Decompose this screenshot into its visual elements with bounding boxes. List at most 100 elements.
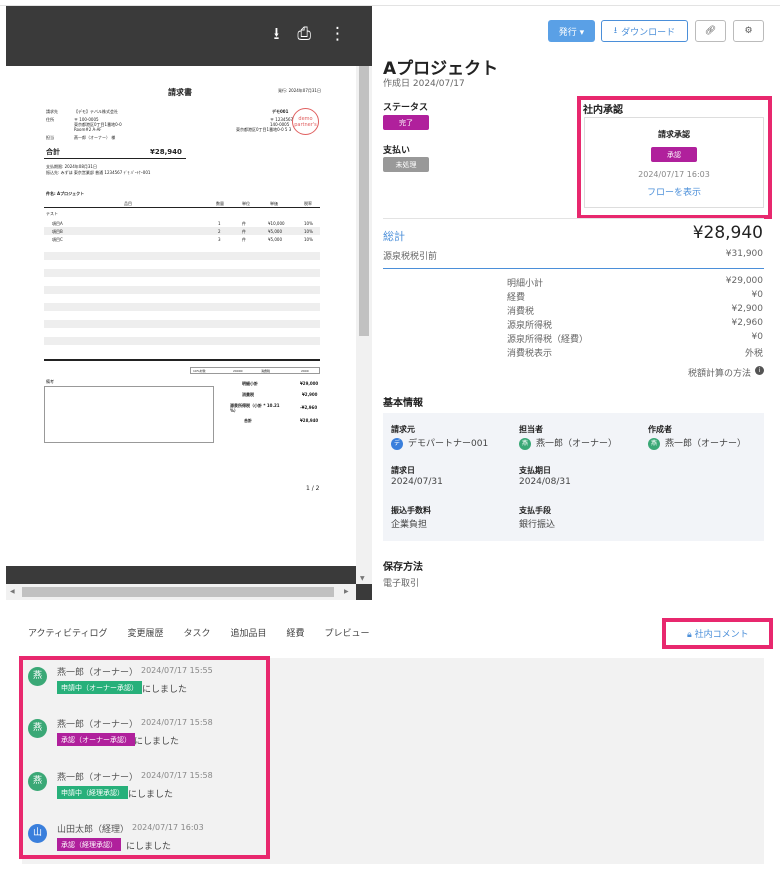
status-label: ステータス — [383, 103, 429, 113]
invoice-row: 項目C 3 件 ¥5,000 10% — [44, 235, 320, 243]
activity-user: 燕一郎（オーナー） — [57, 668, 139, 678]
vertical-scrollbar[interactable]: ▼ — [356, 66, 372, 584]
row-cell: 10% — [304, 237, 313, 242]
pre-withholding-label: 源泉税税引前 — [383, 252, 438, 262]
total-underline — [44, 158, 186, 159]
payment-badge[interactable]: 未処理 — [383, 157, 429, 172]
row-cell: ¥10,000 — [268, 221, 285, 226]
activity-user: 山田太郎（経理） — [57, 825, 130, 835]
row-cell: 10% — [304, 229, 313, 234]
download-icon[interactable]: ⭳ — [273, 26, 279, 43]
totals-label[interactable]: 総計 — [383, 228, 405, 244]
scroll-right-arrow-icon[interactable]: ▶ — [344, 588, 349, 595]
breakdown-value: ¥2,960 — [731, 318, 764, 328]
invoice-issue-date: 発行: 2024年07月31日 — [278, 88, 321, 93]
link-button[interactable]: 🔗︎ — [695, 20, 726, 42]
due-date-label: 支払期日 — [519, 466, 551, 475]
row-cell: 10% — [304, 221, 313, 226]
summary-label: 源泉所得税（小計 * 10.21 %） — [230, 403, 280, 413]
more-vert-icon[interactable]: ⋮ — [329, 26, 346, 43]
col-header: 単位 — [242, 201, 250, 206]
tab-expenses[interactable]: 経費 — [287, 626, 305, 639]
memo-box — [44, 386, 214, 443]
pre-withholding-value: ¥31,900 — [725, 249, 763, 259]
breakdown-value: ¥0 — [751, 290, 763, 300]
empty-row — [44, 286, 320, 294]
avatar: 燕 — [519, 437, 531, 450]
vertical-scroll-thumb[interactable] — [359, 66, 369, 336]
tab-internal-comment[interactable]: 🔒︎ 社内コメント — [687, 627, 749, 640]
breakdown-label: 源泉所得税（経費） — [507, 335, 589, 345]
approval-card-title: 請求承認 — [658, 130, 690, 139]
assignee-value: 燕燕一郎（オーナー） — [519, 436, 617, 450]
col-header: 税率 — [304, 201, 312, 206]
invoice-row: 項目B 2 件 ¥5,000 10% — [44, 227, 320, 235]
approval-card: 請求承認 承認 2024/07/17 16:03 フローを表示 — [584, 117, 764, 208]
basic-info-heading: 基本情報 — [383, 398, 423, 409]
assignee-text: 燕一郎（オーナー） — [536, 439, 618, 449]
invoice-subject: 件名: Aプロジェクト — [46, 191, 85, 196]
horizontal-scroll-thumb[interactable] — [22, 587, 334, 597]
settings-button[interactable]: ⚙ — [733, 20, 764, 42]
fee-value: 企業負担 — [391, 520, 428, 530]
activity-text: にしました — [128, 790, 174, 800]
invoice-date-label: 請求日 — [391, 466, 415, 475]
invoice-date-value: 2024/07/31 — [391, 477, 443, 487]
tax-method-link[interactable]: 税額計算の方法 — [688, 366, 751, 379]
print-icon[interactable]: ⎙ — [297, 26, 311, 43]
approval-flow-link[interactable]: フローを表示 — [585, 185, 763, 198]
issue-button[interactable]: 発行 ▾ — [548, 20, 595, 42]
basic-info-panel: 請求元 デデモパートナー001 担当者 燕燕一郎（オーナー） 作成者 燕燕一郎（… — [383, 413, 764, 541]
approval-badge: 承認 — [651, 147, 697, 162]
tax-summary-cell: 29000 — [233, 369, 243, 373]
scroll-down-arrow-icon[interactable]: ▼ — [360, 575, 365, 582]
tab-tasks[interactable]: タスク — [184, 626, 211, 639]
activity-text: にしました — [126, 842, 172, 852]
horizontal-scrollbar[interactable]: ◀ ▶ — [6, 584, 356, 600]
summary-value: ¥28,940 — [300, 418, 319, 423]
scroll-left-arrow-icon[interactable]: ◀ — [10, 588, 15, 595]
assignee-label: 担当者 — [519, 425, 543, 434]
divider — [383, 218, 764, 219]
avatar: 燕 — [28, 772, 47, 791]
row-cell: 3 — [218, 237, 221, 242]
link-icon: 🔗︎ — [704, 26, 717, 36]
invoice-address-line: Room#2 A-AF — [74, 127, 102, 132]
avatar: 燕 — [28, 667, 47, 686]
row-cell: 項目B — [52, 229, 63, 234]
tab-preview[interactable]: プレビュー — [325, 626, 370, 639]
tab-change-history[interactable]: 変更履歴 — [127, 626, 163, 639]
approval-timestamp: 2024/07/17 16:03 — [638, 170, 710, 179]
invoice-page: 請求書 発行: 2024年07月31日 請求先 【デモ】テバル株式会社 住所 〒… — [6, 66, 356, 566]
divider — [383, 268, 764, 269]
breakdown-label: 明細小計 — [507, 279, 544, 289]
row-cell: 件 — [242, 221, 246, 226]
empty-row — [44, 303, 320, 311]
approval-heading: 社内承認 — [583, 105, 623, 116]
tab-activity-log[interactable]: アクティビティログ — [28, 626, 107, 639]
invoice-person-name: 燕一郎（オーナー） 様 — [74, 135, 116, 140]
group-label: テスト — [46, 211, 58, 216]
method-label: 支払手段 — [519, 506, 551, 515]
created-date: 作成日 2024/07/17 — [383, 79, 465, 89]
billing-to-text: デモパートナー001 — [408, 439, 489, 449]
pdf-viewer: ⭳ ⎙ ⋮ 請求書 発行: 2024年07月31日 請求先 【デモ】テバル株式会… — [6, 6, 372, 600]
activity-time: 2024/07/17 15:58 — [141, 771, 213, 780]
page-indicator: 1 / 2 — [306, 485, 320, 492]
info-icon[interactable]: i — [755, 366, 764, 375]
col-header: 品目 — [124, 201, 132, 206]
activity-text: にしました — [142, 685, 188, 695]
download-button[interactable]: ⭳ ダウンロード — [601, 20, 688, 42]
empty-row — [44, 320, 320, 328]
breakdown-value: ¥29,000 — [725, 276, 763, 286]
summary-value: -¥2,960 — [300, 405, 318, 410]
summary-value: ¥29,000 — [300, 381, 319, 386]
breakdown-label: 源泉所得税 — [507, 321, 553, 331]
summary-value: ¥2,900 — [302, 392, 318, 397]
billing-to-label: 請求元 — [391, 425, 415, 434]
status-badge[interactable]: 完了 — [383, 115, 429, 130]
summary-label: 明細小計 — [242, 381, 258, 386]
tab-additional-items[interactable]: 追加品目 — [231, 626, 267, 639]
payment-label: 支払い — [383, 146, 411, 156]
row-cell: 件 — [242, 229, 246, 234]
